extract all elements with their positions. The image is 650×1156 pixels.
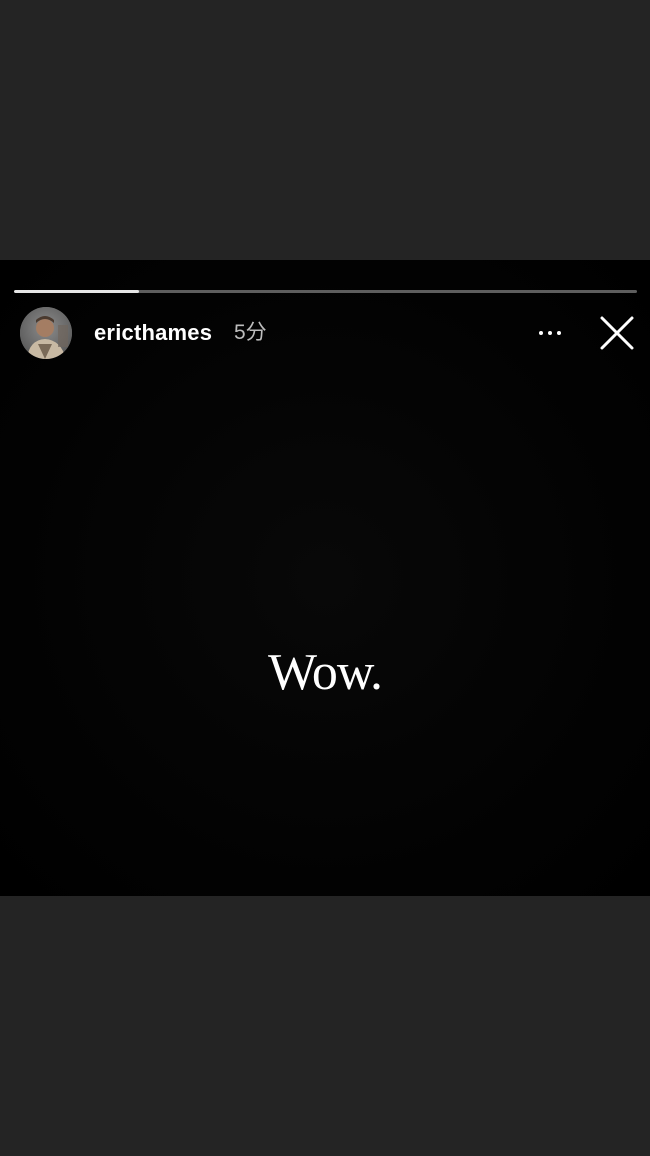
- close-button[interactable]: [597, 313, 637, 353]
- story-screen: ericthames 5分 Wow.: [0, 0, 650, 1156]
- more-dot: [539, 331, 543, 335]
- story-viewer[interactable]: ericthames 5分 Wow.: [0, 260, 650, 896]
- profile-photo-icon: [20, 307, 72, 359]
- story-header: ericthames 5分: [20, 307, 640, 359]
- story-text: Wow.: [267, 644, 383, 701]
- more-dot: [548, 331, 552, 335]
- story-progress-bar: [14, 290, 637, 293]
- close-icon: [600, 316, 634, 350]
- story-username[interactable]: ericthames: [94, 319, 212, 347]
- story-progress-fill: [14, 290, 139, 293]
- more-dot: [557, 331, 561, 335]
- story-timestamp: 5分: [234, 321, 267, 344]
- avatar[interactable]: [20, 307, 72, 359]
- more-options-button[interactable]: [530, 317, 570, 347]
